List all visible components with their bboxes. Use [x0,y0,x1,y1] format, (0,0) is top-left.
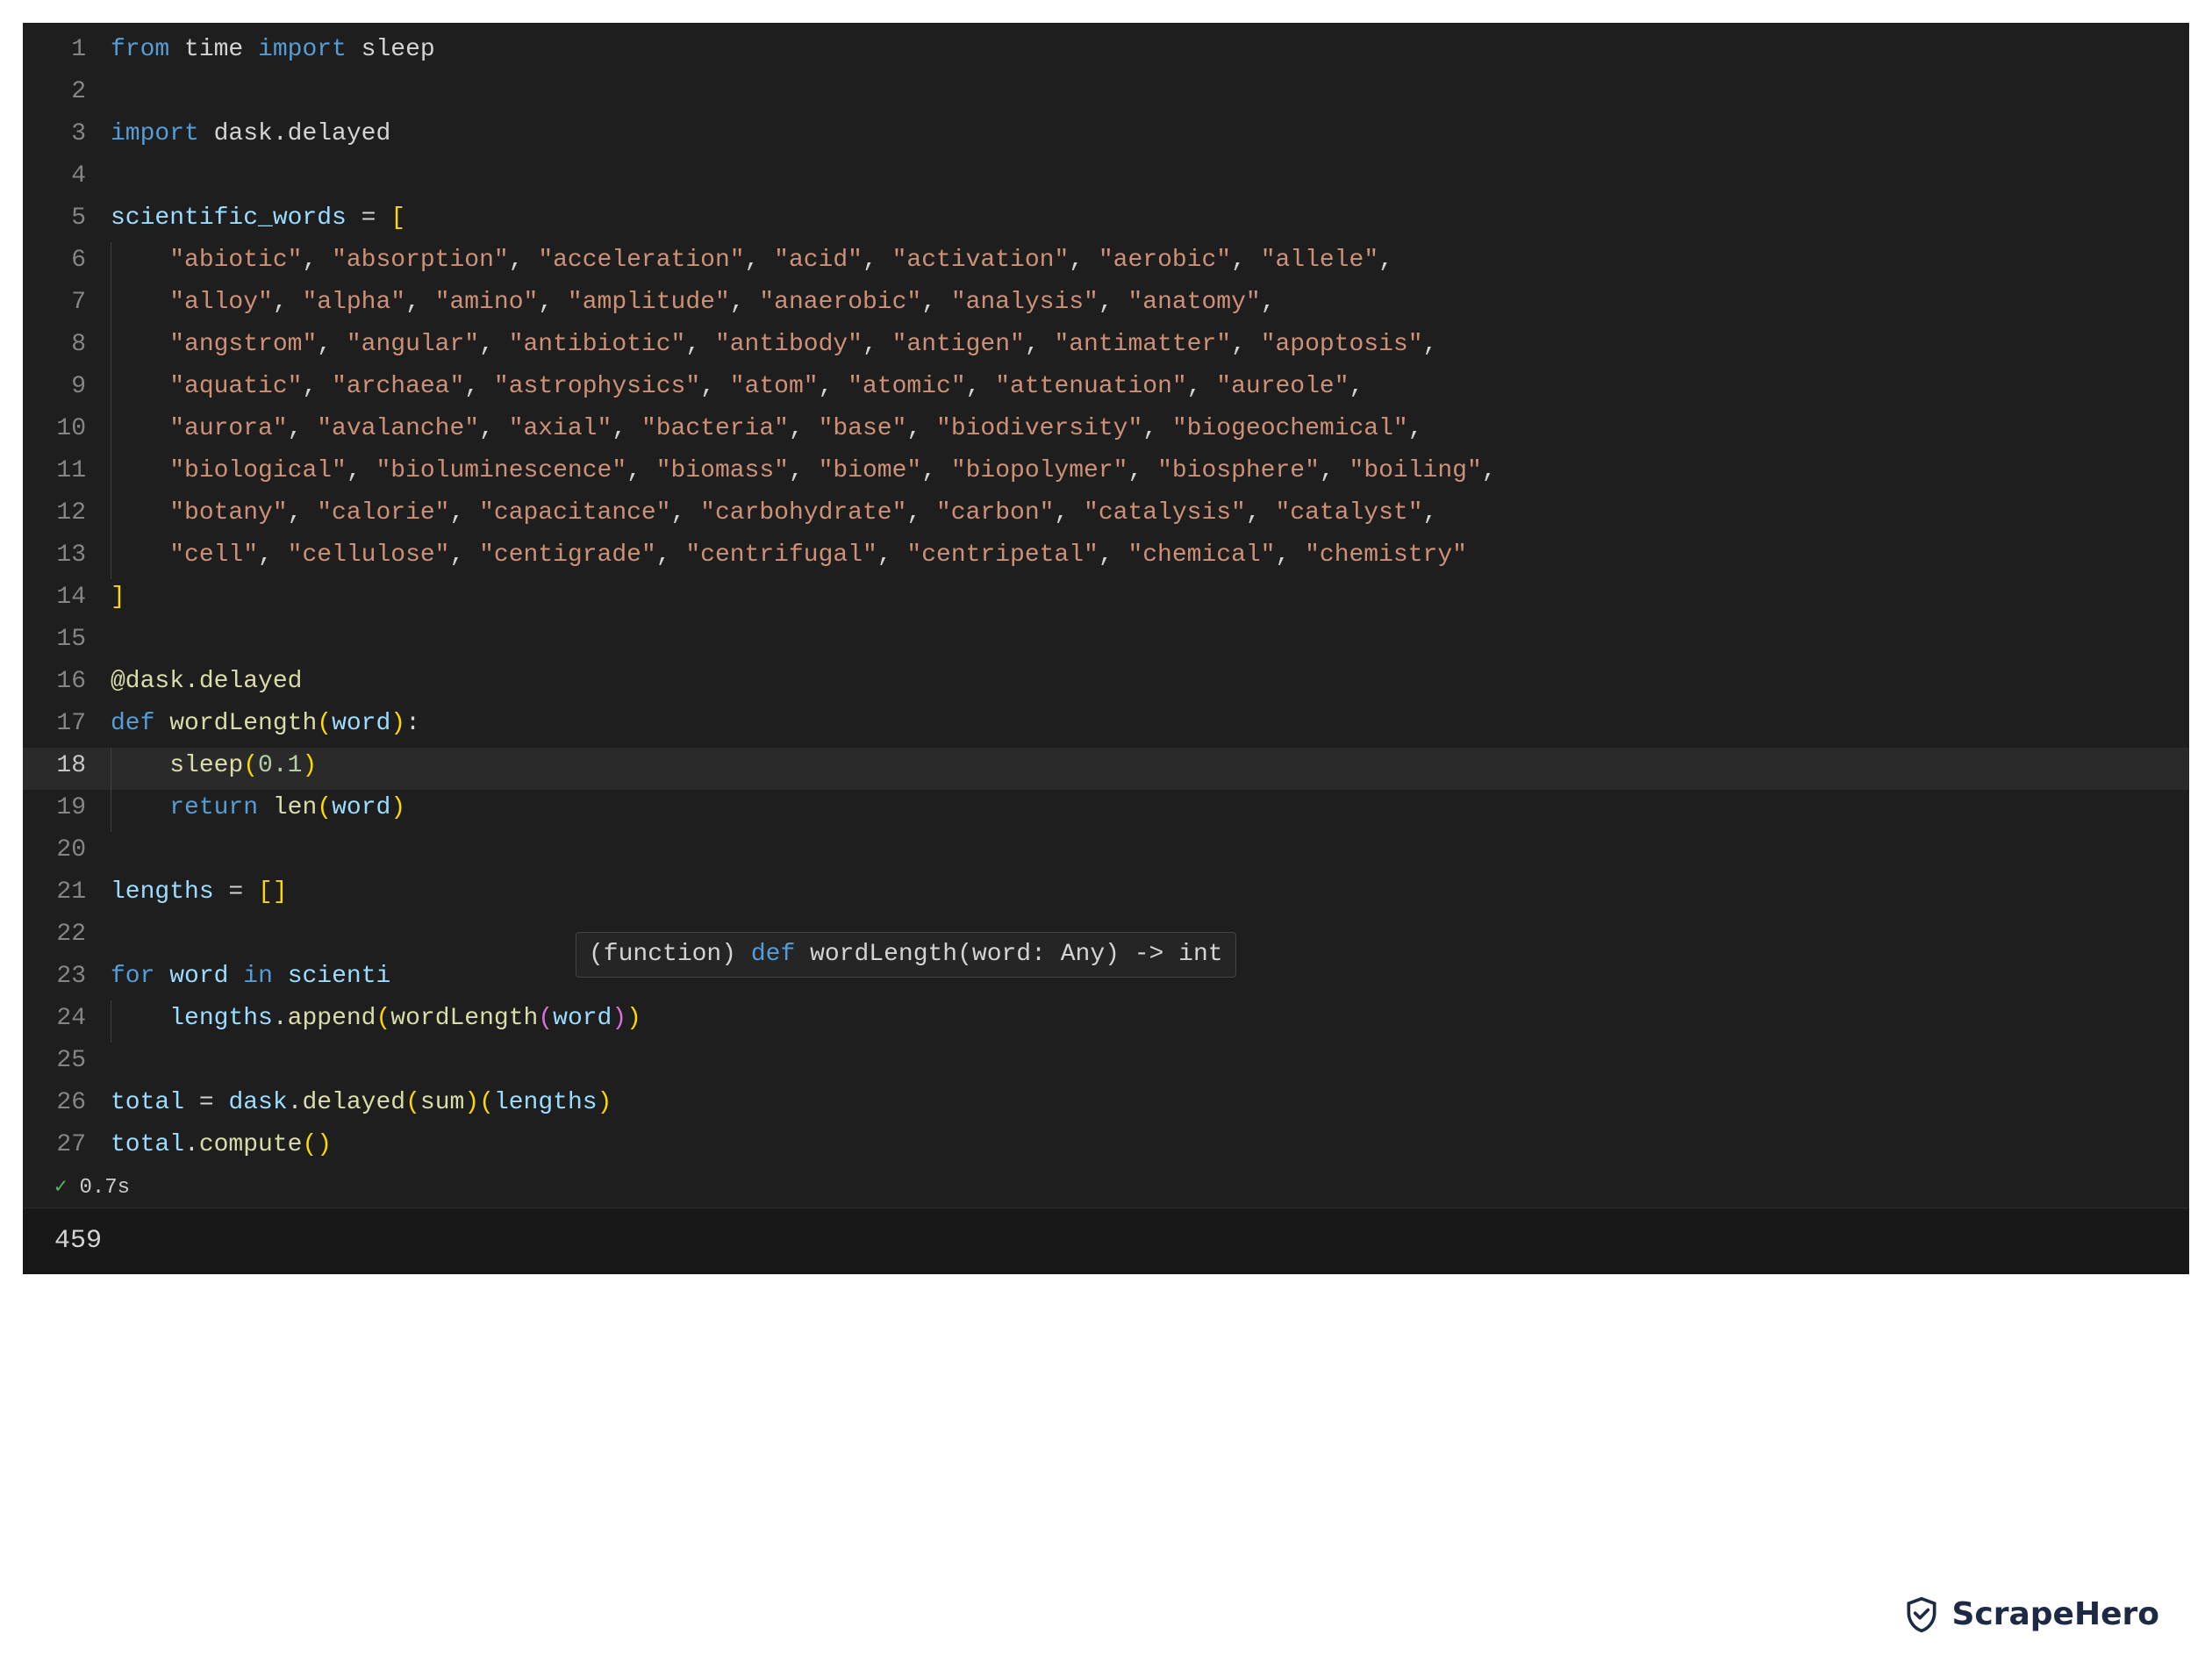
code-line[interactable]: 17def wordLength(word): [23,706,2189,748]
code-editor[interactable]: 1from time import sleep23import dask.del… [23,23,2189,1274]
code-content[interactable]: return len(word) [111,790,405,827]
line-number: 8 [23,326,111,363]
code-line[interactable]: 6 "abiotic", "absorption", "acceleration… [23,242,2189,284]
code-content[interactable]: "biological", "bioluminescence", "biomas… [111,453,1497,490]
watermark-text: ScrapeHero [1951,1591,2159,1638]
code-content[interactable]: "aquatic", "archaea", "astrophysics", "a… [111,369,1364,405]
execution-duration: 0.7s [79,1172,130,1204]
line-number: 22 [23,916,111,953]
code-content[interactable]: lengths = [] [111,874,288,911]
line-number: 15 [23,621,111,658]
code-content[interactable]: "angstrom", "angular", "antibiotic", "an… [111,326,1437,363]
line-number: 7 [23,284,111,321]
line-number: 4 [23,158,111,195]
code-line[interactable]: 20 [23,832,2189,874]
code-content[interactable]: "abiotic", "absorption", "acceleration",… [111,242,1393,279]
code-content[interactable]: for word in scienti(function) def wordLe… [111,958,390,995]
code-line[interactable]: 14] [23,579,2189,621]
code-content[interactable]: import dask.delayed [111,116,390,153]
code-content[interactable]: "botany", "calorie", "capacitance", "car… [111,495,1437,532]
code-line[interactable]: 25 [23,1043,2189,1085]
code-line[interactable]: 3import dask.delayed [23,116,2189,158]
line-number: 1 [23,32,111,68]
execution-status: ✓ 0.7s [23,1169,2189,1208]
line-number: 17 [23,706,111,742]
code-line[interactable]: 21lengths = [] [23,874,2189,916]
check-icon: ✓ [54,1172,67,1204]
code-content[interactable]: def wordLength(word): [111,706,420,742]
line-number: 9 [23,369,111,405]
code-line[interactable]: 10 "aurora", "avalanche", "axial", "bact… [23,411,2189,453]
code-line[interactable]: 15 [23,621,2189,663]
output-value: 459 [54,1222,102,1261]
line-number: 3 [23,116,111,153]
line-number: 24 [23,1000,111,1037]
code-line[interactable]: 16@dask.delayed [23,663,2189,706]
code-content[interactable]: scientific_words = [ [111,200,405,237]
code-content[interactable]: "alloy", "alpha", "amino", "amplitude", … [111,284,1276,321]
line-number: 21 [23,874,111,911]
code-content[interactable]: from time import sleep [111,32,435,68]
watermark-logo: ScrapeHero [1902,1591,2159,1638]
line-number: 26 [23,1085,111,1122]
line-number: 2 [23,74,111,111]
code-content[interactable]: lengths.append(wordLength(word)) [111,1000,641,1037]
code-line[interactable]: 13 "cell", "cellulose", "centigrade", "c… [23,537,2189,579]
line-number: 14 [23,579,111,616]
code-line[interactable]: 7 "alloy", "alpha", "amino", "amplitude"… [23,284,2189,326]
code-content[interactable]: @dask.delayed [111,663,302,700]
line-number: 11 [23,453,111,490]
line-number: 20 [23,832,111,869]
code-content[interactable]: total = dask.delayed(sum)(lengths) [111,1085,612,1122]
line-number: 16 [23,663,111,700]
line-number: 25 [23,1043,111,1079]
code-content[interactable]: "cell", "cellulose", "centigrade", "cent… [111,537,1467,574]
line-number: 5 [23,200,111,237]
code-line[interactable]: 4 [23,158,2189,200]
code-line[interactable]: 23for word in scienti(function) def word… [23,958,2189,1000]
line-number: 6 [23,242,111,279]
code-line[interactable]: 26total = dask.delayed(sum)(lengths) [23,1085,2189,1127]
code-line[interactable]: 8 "angstrom", "angular", "antibiotic", "… [23,326,2189,369]
code-content[interactable]: total.compute() [111,1127,332,1164]
code-content[interactable]: "aurora", "avalanche", "axial", "bacteri… [111,411,1423,448]
code-line[interactable]: 18 sleep(0.1) [23,748,2189,790]
output-panel: 459 [23,1208,2189,1274]
code-content[interactable]: sleep(0.1) [111,748,317,785]
code-line[interactable]: 11 "biological", "bioluminescence", "bio… [23,453,2189,495]
line-number: 23 [23,958,111,995]
code-line[interactable]: 12 "botany", "calorie", "capacitance", "… [23,495,2189,537]
code-line[interactable]: 1from time import sleep [23,32,2189,74]
code-line[interactable]: 2 [23,74,2189,116]
line-number: 19 [23,790,111,827]
line-number: 18 [23,748,111,785]
code-content[interactable]: ] [111,579,125,616]
line-number: 13 [23,537,111,574]
code-line[interactable]: 5scientific_words = [ [23,200,2189,242]
line-number: 10 [23,411,111,448]
code-line[interactable]: 19 return len(word) [23,790,2189,832]
line-number: 27 [23,1127,111,1164]
signature-tooltip: (function) def wordLength(word: Any) -> … [576,932,1236,978]
code-line[interactable]: 9 "aquatic", "archaea", "astrophysics", … [23,369,2189,411]
code-line[interactable]: 24 lengths.append(wordLength(word)) [23,1000,2189,1043]
code-line[interactable]: 27total.compute() [23,1127,2189,1169]
shield-icon [1902,1595,1941,1634]
line-number: 12 [23,495,111,532]
